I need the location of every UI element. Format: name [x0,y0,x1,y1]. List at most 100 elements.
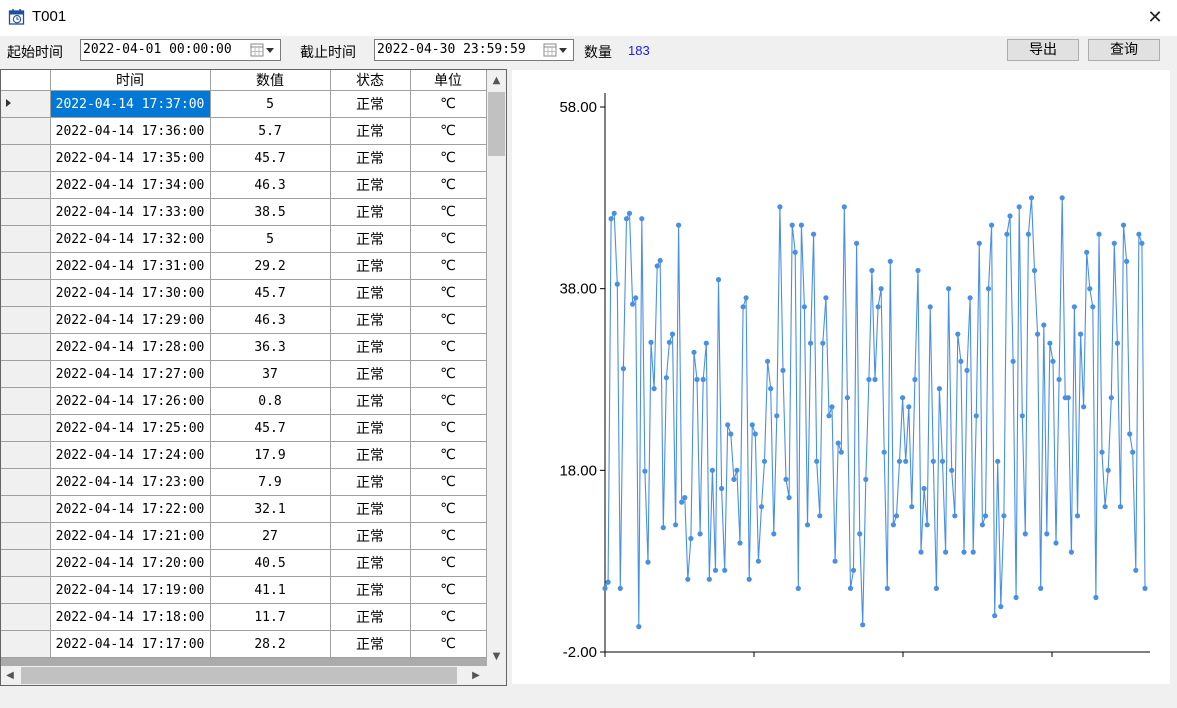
cell-status[interactable]: 正常 [330,144,411,172]
table-row[interactable]: 2022-04-14 17:34:00 46.3 正常 ℃ [1,171,487,199]
export-button[interactable]: 导出 [1007,39,1079,61]
cell-status[interactable]: 正常 [330,549,411,577]
horizontal-scroll-thumb[interactable] [21,667,457,684]
cell-time[interactable]: 2022-04-14 17:31:00 [50,252,211,280]
cell-value[interactable]: 28.2 [210,630,331,658]
table-row[interactable]: 2022-04-14 17:29:00 46.3 正常 ℃ [1,306,487,334]
row-header[interactable] [1,522,51,550]
cell-status[interactable]: 正常 [330,387,411,415]
table-row[interactable]: 2022-04-14 17:37:00 5 正常 ℃ [1,90,487,118]
cell-status[interactable]: 正常 [330,360,411,388]
cell-unit[interactable]: ℃ [410,333,487,361]
cell-time[interactable]: 2022-04-14 17:17:00 [50,630,211,658]
row-header[interactable] [1,333,51,361]
table-row[interactable]: 2022-04-14 17:17:00 28.2 正常 ℃ [1,630,487,658]
calendar-dropdown-icon[interactable] [250,43,276,57]
table-row[interactable]: 2022-04-14 17:18:00 11.7 正常 ℃ [1,603,487,631]
cell-time[interactable]: 2022-04-14 17:32:00 [50,225,211,253]
cell-unit[interactable]: ℃ [410,414,487,442]
cell-value[interactable]: 5 [210,225,331,253]
cell-unit[interactable]: ℃ [410,252,487,280]
cell-status[interactable]: 正常 [330,117,411,145]
row-header[interactable] [1,603,51,631]
table-row[interactable]: 2022-04-14 17:36:00 5.7 正常 ℃ [1,117,487,145]
cell-value[interactable]: 41.1 [210,576,331,604]
cell-time[interactable]: 2022-04-14 17:26:00 [50,387,211,415]
cell-status[interactable]: 正常 [330,279,411,307]
cell-time[interactable]: 2022-04-14 17:34:00 [50,171,211,199]
table-row[interactable]: 2022-04-14 17:28:00 36.3 正常 ℃ [1,333,487,361]
cell-value[interactable]: 17.9 [210,441,331,469]
cell-unit[interactable]: ℃ [410,603,487,631]
cell-unit[interactable]: ℃ [410,630,487,658]
cell-status[interactable]: 正常 [330,630,411,658]
table-row[interactable]: 2022-04-14 17:21:00 27 正常 ℃ [1,522,487,550]
cell-status[interactable]: 正常 [330,252,411,280]
cell-status[interactable]: 正常 [330,468,411,496]
cell-time[interactable]: 2022-04-14 17:23:00 [50,468,211,496]
cell-time[interactable]: 2022-04-14 17:19:00 [50,576,211,604]
cell-unit[interactable]: ℃ [410,225,487,253]
cell-status[interactable]: 正常 [330,603,411,631]
cell-value[interactable]: 40.5 [210,549,331,577]
row-header[interactable] [1,171,51,199]
cell-unit[interactable]: ℃ [410,576,487,604]
column-header-time[interactable]: 时间 [50,70,211,91]
table-row[interactable]: 2022-04-14 17:31:00 29.2 正常 ℃ [1,252,487,280]
cell-status[interactable]: 正常 [330,90,411,118]
cell-value[interactable]: 27 [210,522,331,550]
cell-time[interactable]: 2022-04-14 17:33:00 [50,198,211,226]
calendar-dropdown-icon[interactable] [543,43,569,57]
scroll-up-arrow-icon[interactable]: ▲ [487,70,506,90]
cell-value[interactable]: 37 [210,360,331,388]
cell-unit[interactable]: ℃ [410,468,487,496]
cell-time[interactable]: 2022-04-14 17:25:00 [50,414,211,442]
cell-time[interactable]: 2022-04-14 17:28:00 [50,333,211,361]
table-row[interactable]: 2022-04-14 17:23:00 7.9 正常 ℃ [1,468,487,496]
row-header[interactable] [1,495,51,523]
cell-unit[interactable]: ℃ [410,495,487,523]
end-time-picker[interactable]: 2022-04-30 23:59:59 [374,39,574,61]
row-header[interactable] [1,360,51,388]
cell-time[interactable]: 2022-04-14 17:29:00 [50,306,211,334]
vertical-scroll-thumb[interactable] [488,92,505,156]
cell-unit[interactable]: ℃ [410,522,487,550]
cell-time[interactable]: 2022-04-14 17:21:00 [50,522,211,550]
cell-status[interactable]: 正常 [330,441,411,469]
cell-value[interactable]: 38.5 [210,198,331,226]
cell-value[interactable]: 45.7 [210,144,331,172]
cell-unit[interactable]: ℃ [410,441,487,469]
cell-status[interactable]: 正常 [330,306,411,334]
table-row[interactable]: 2022-04-14 17:24:00 17.9 正常 ℃ [1,441,487,469]
scroll-left-arrow-icon[interactable]: ◀ [1,666,19,685]
row-header[interactable] [1,225,51,253]
table-row[interactable]: 2022-04-14 17:22:00 32.1 正常 ℃ [1,495,487,523]
row-header[interactable] [1,549,51,577]
cell-time[interactable]: 2022-04-14 17:36:00 [50,117,211,145]
cell-unit[interactable]: ℃ [410,117,487,145]
cell-status[interactable]: 正常 [330,495,411,523]
row-header[interactable] [1,198,51,226]
cell-time[interactable]: 2022-04-14 17:30:00 [50,279,211,307]
close-icon[interactable]: ✕ [1140,4,1170,30]
table-row[interactable]: 2022-04-14 17:19:00 41.1 正常 ℃ [1,576,487,604]
scroll-down-arrow-icon[interactable]: ▼ [487,646,506,666]
cell-value[interactable]: 46.3 [210,171,331,199]
table-row[interactable]: 2022-04-14 17:33:00 38.5 正常 ℃ [1,198,487,226]
start-time-picker[interactable]: 2022-04-01 00:00:00 [80,39,281,61]
cell-unit[interactable]: ℃ [410,144,487,172]
query-button[interactable]: 查询 [1088,39,1160,61]
cell-time[interactable]: 2022-04-14 17:24:00 [50,441,211,469]
row-header[interactable] [1,117,51,145]
table-row[interactable]: 2022-04-14 17:27:00 37 正常 ℃ [1,360,487,388]
cell-unit[interactable]: ℃ [410,90,487,118]
cell-time[interactable]: 2022-04-14 17:37:00 [50,90,211,118]
horizontal-scrollbar[interactable]: ◀ ▶ [1,666,487,685]
cell-value[interactable]: 45.7 [210,279,331,307]
column-header-unit[interactable]: 单位 [410,70,487,91]
cell-value[interactable]: 36.3 [210,333,331,361]
cell-value[interactable]: 0.8 [210,387,331,415]
cell-status[interactable]: 正常 [330,171,411,199]
cell-time[interactable]: 2022-04-14 17:35:00 [50,144,211,172]
cell-value[interactable]: 45.7 [210,414,331,442]
